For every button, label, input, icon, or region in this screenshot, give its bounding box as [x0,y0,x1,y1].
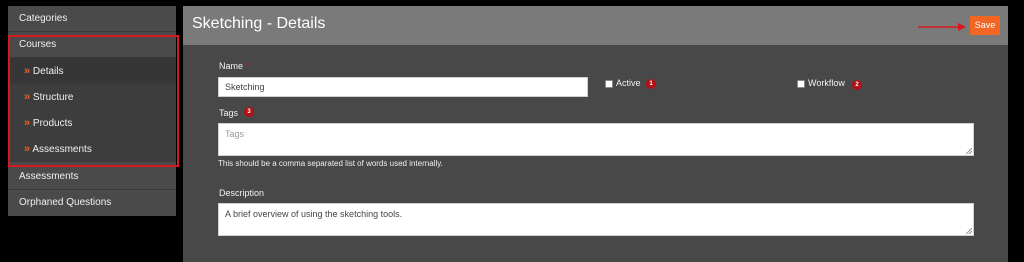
sidebar-item-structure[interactable]: » Structure [8,84,176,110]
tags-badge: 3 [244,107,254,117]
active-badge: 1 [646,79,656,89]
sidebar: Categories Courses » Details » Structure… [8,6,176,216]
sidebar-item-label: Structure [32,92,74,103]
details-panel: Sketching - Details Save Name* Sketching… [183,6,1008,262]
sidebar-item-label: Orphaned Questions [19,197,112,208]
double-chevron-right-icon: » [24,65,30,77]
page-title: Sketching - Details [192,15,326,32]
tags-label: Tags [219,108,239,118]
sidebar-item-label: Products [32,118,73,129]
workflow-label: Workflow [808,78,845,88]
sidebar-item-label: Assessments [19,171,79,182]
double-chevron-right-icon: » [24,91,30,103]
save-button[interactable]: Save [970,16,1000,35]
sidebar-item-courses[interactable]: Courses [8,32,176,58]
sidebar-item-course-assessments[interactable]: » Assessments [8,136,176,162]
required-marker: * [244,61,248,71]
active-label: Active [616,78,641,88]
sidebar-item-label: Categories [19,13,68,24]
sidebar-item-label: Assessments [32,144,92,155]
arrow-right-icon [918,23,966,31]
sidebar-item-details[interactable]: » Details [8,58,176,84]
description-label: Description [219,188,265,198]
double-chevron-right-icon: » [24,117,30,129]
workflow-checkbox[interactable] [797,80,805,88]
active-checkbox[interactable] [605,80,613,88]
tags-placeholder: Tags [225,129,245,139]
double-chevron-right-icon: » [24,143,30,155]
name-field[interactable]: Sketching [218,77,588,97]
panel-header: Sketching - Details Save [183,6,1008,45]
sidebar-item-categories[interactable]: Categories [8,6,176,32]
sidebar-item-label: Details [32,66,64,77]
tags-input[interactable]: Tags [218,123,974,156]
description-text: A brief overview of using the sketching … [225,209,403,219]
sidebar-item-label: Courses [19,39,57,50]
resize-handle-icon[interactable] [966,148,972,154]
tags-help-text: This should be a comma separated list of… [218,159,443,168]
name-label-text: Name [219,61,244,71]
name-label: Name* [219,61,248,71]
resize-handle-icon[interactable] [966,228,972,234]
description-field[interactable]: A brief overview of using the sketching … [218,203,974,236]
sidebar-item-assessments[interactable]: Assessments [8,164,176,190]
sidebar-item-products[interactable]: » Products [8,110,176,136]
workflow-badge: 2 [852,80,862,90]
sidebar-item-orphaned-questions[interactable]: Orphaned Questions [8,190,176,216]
